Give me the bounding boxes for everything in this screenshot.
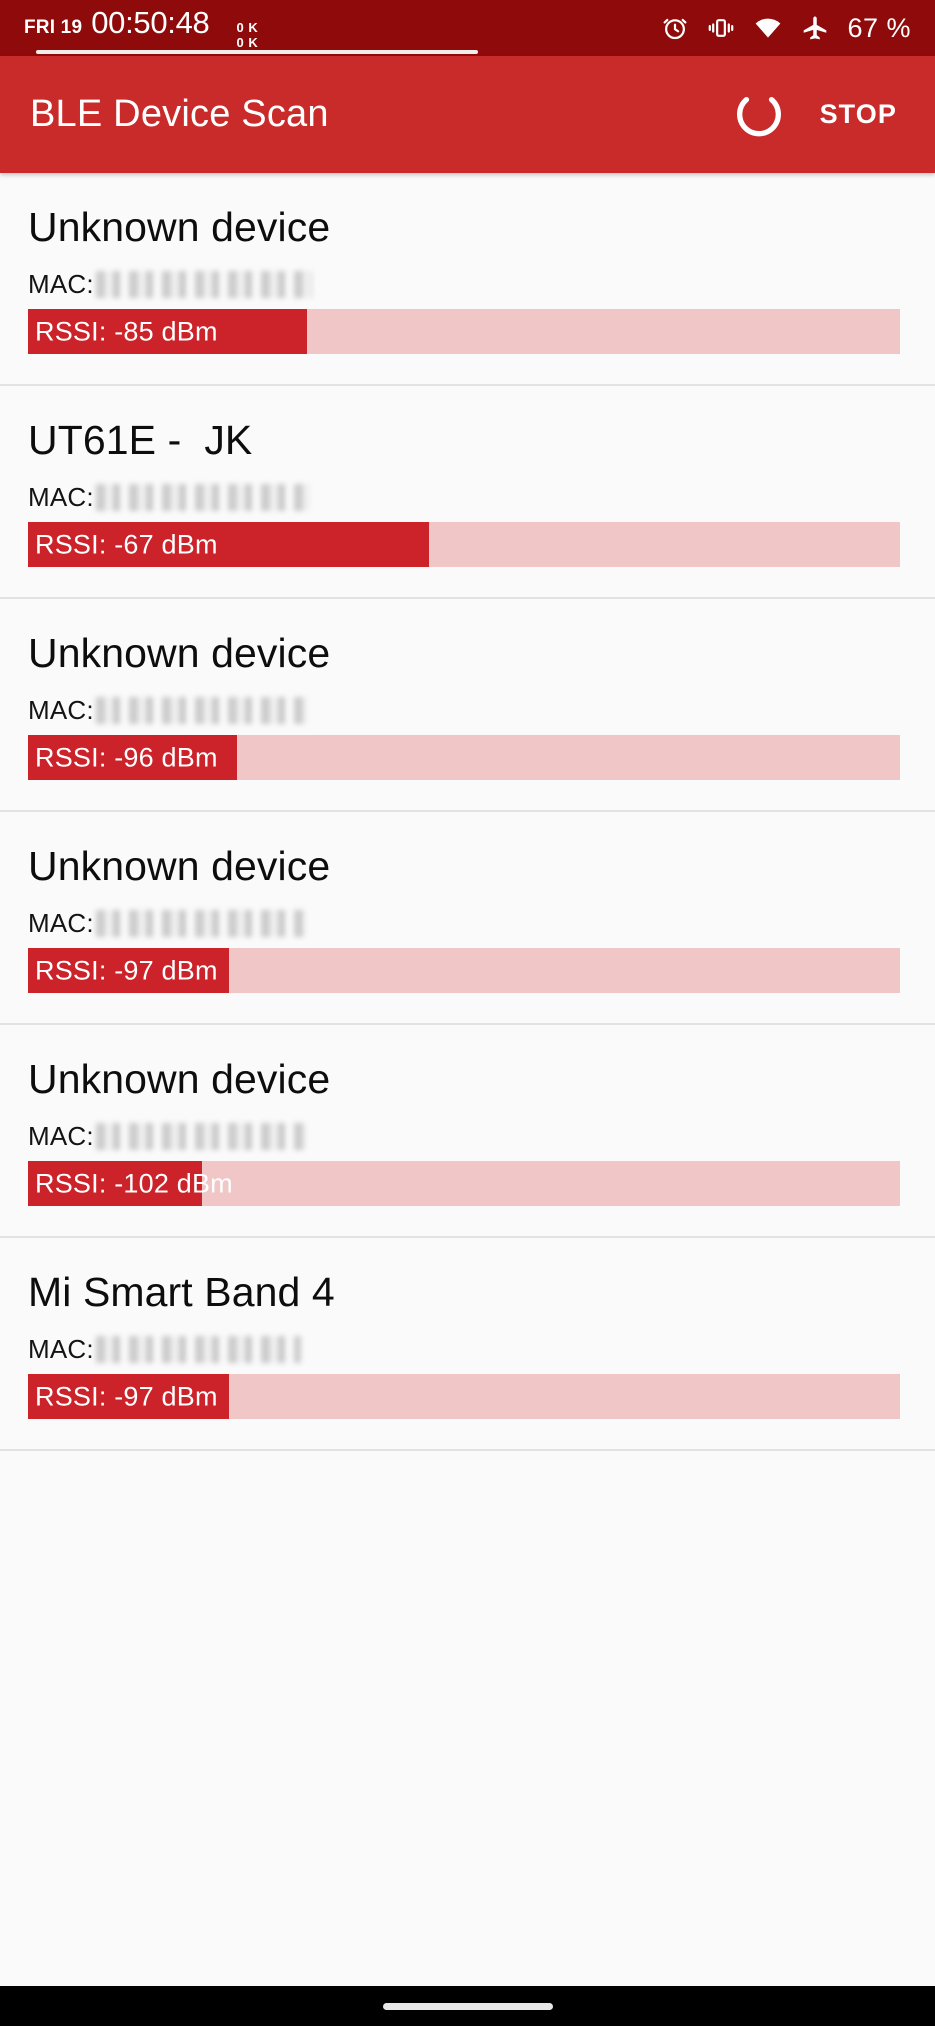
mac-label: MAC: (28, 268, 94, 299)
mac-value-redacted (95, 483, 310, 511)
network-speed-up: 0 K (236, 20, 259, 36)
device-list-item[interactable]: Unknown device MAC: RSSI: -96 dBm (0, 597, 935, 810)
mac-label: MAC: (28, 907, 94, 938)
scanning-spinner-icon (730, 86, 788, 144)
vibrate-icon (707, 14, 735, 42)
network-speed-down: 0 K (236, 34, 259, 50)
mac-label: MAC: (28, 1333, 94, 1364)
rssi-value-label: RSSI: -85 dBm (35, 316, 218, 347)
mac-label: MAC: (28, 694, 94, 725)
system-navigation-bar (0, 1986, 935, 2026)
device-name: Mi Smart Band 4 (28, 1269, 335, 1316)
status-bar: FRI 19 00:50:48 0 K 0 K 67 % (0, 0, 935, 56)
device-list-item[interactable]: Unknown device MAC: RSSI: -102 dBm (0, 1023, 935, 1236)
mac-value-redacted (95, 1122, 306, 1150)
stop-scan-button[interactable]: STOP (812, 93, 905, 136)
rssi-value-label: RSSI: -97 dBm (35, 955, 218, 986)
rssi-signal-bar: RSSI: -102 dBm (28, 1161, 900, 1207)
rssi-signal-bar: RSSI: -85 dBm (28, 309, 900, 355)
list-empty-area (0, 1449, 935, 1986)
device-list[interactable]: Unknown device MAC: RSSI: -85 dBm UT61E - J… (0, 173, 935, 1986)
home-gesture-pill[interactable] (382, 2002, 553, 2010)
device-list-item[interactable]: Unknown device MAC: RSSI: -85 dBm (0, 173, 935, 384)
device-mac-address: MAC: (28, 695, 907, 725)
device-list-item[interactable]: Unknown device MAC: RSSI: -97 dBm (0, 810, 935, 1023)
device-mac-address: MAC: (28, 1334, 907, 1364)
rssi-signal-bar: RSSI: -67 dBm (28, 522, 900, 568)
device-list-item[interactable]: Mi Smart Band 4 MAC: RSSI: -97 dBm (0, 1236, 935, 1449)
rssi-value-label: RSSI: -97 dBm (35, 1381, 218, 1412)
device-mac-address: MAC: (28, 1121, 907, 1151)
device-name: UT61E - JK (28, 417, 253, 464)
mac-value-redacted (95, 909, 305, 937)
device-name: Unknown device (28, 204, 331, 250)
phone-screen: FRI 19 00:50:48 0 K 0 K 67 % BLE Device … (0, 0, 935, 2026)
app-bar: BLE Device Scan STOP (0, 56, 935, 173)
rssi-value-label: RSSI: -102 dBm (35, 1168, 233, 1199)
rssi-value-label: RSSI: -67 dBm (35, 529, 218, 560)
device-mac-address: MAC: (28, 482, 907, 512)
mac-label: MAC: (28, 1120, 94, 1151)
alarm-icon (661, 14, 689, 42)
rssi-signal-bar: RSSI: -97 dBm (28, 1374, 900, 1420)
battery-percentage: 67 % (847, 12, 911, 43)
status-bar-underline (36, 50, 478, 54)
wifi-icon (753, 14, 783, 42)
app-bar-actions: STOP (730, 86, 905, 144)
mac-value-redacted (95, 270, 312, 298)
airplane-mode-icon (801, 14, 829, 42)
status-bar-left: FRI 19 00:50:48 0 K 0 K (24, 5, 258, 50)
device-list-item[interactable]: UT61E - JK MAC: RSSI: -67 dBm (0, 384, 935, 597)
status-date: FRI 19 (24, 17, 83, 39)
network-speed-indicator: 0 K 0 K (237, 21, 259, 49)
device-mac-address: MAC: (28, 908, 907, 938)
mac-value-redacted (95, 1335, 301, 1363)
rssi-signal-bar: RSSI: -97 dBm (28, 948, 900, 994)
device-mac-address: MAC: (28, 269, 907, 299)
device-name: Unknown device (28, 630, 331, 677)
status-clock: 00:50:48 (91, 5, 210, 41)
mac-label: MAC: (28, 481, 94, 512)
rssi-signal-bar: RSSI: -96 dBm (28, 735, 900, 781)
status-bar-right: 67 % (661, 13, 911, 44)
rssi-value-label: RSSI: -96 dBm (35, 742, 218, 773)
mac-value-redacted (95, 696, 307, 724)
page-title: BLE Device Scan (30, 93, 329, 135)
device-name: Unknown device (28, 1056, 331, 1103)
device-name: Unknown device (28, 843, 331, 890)
